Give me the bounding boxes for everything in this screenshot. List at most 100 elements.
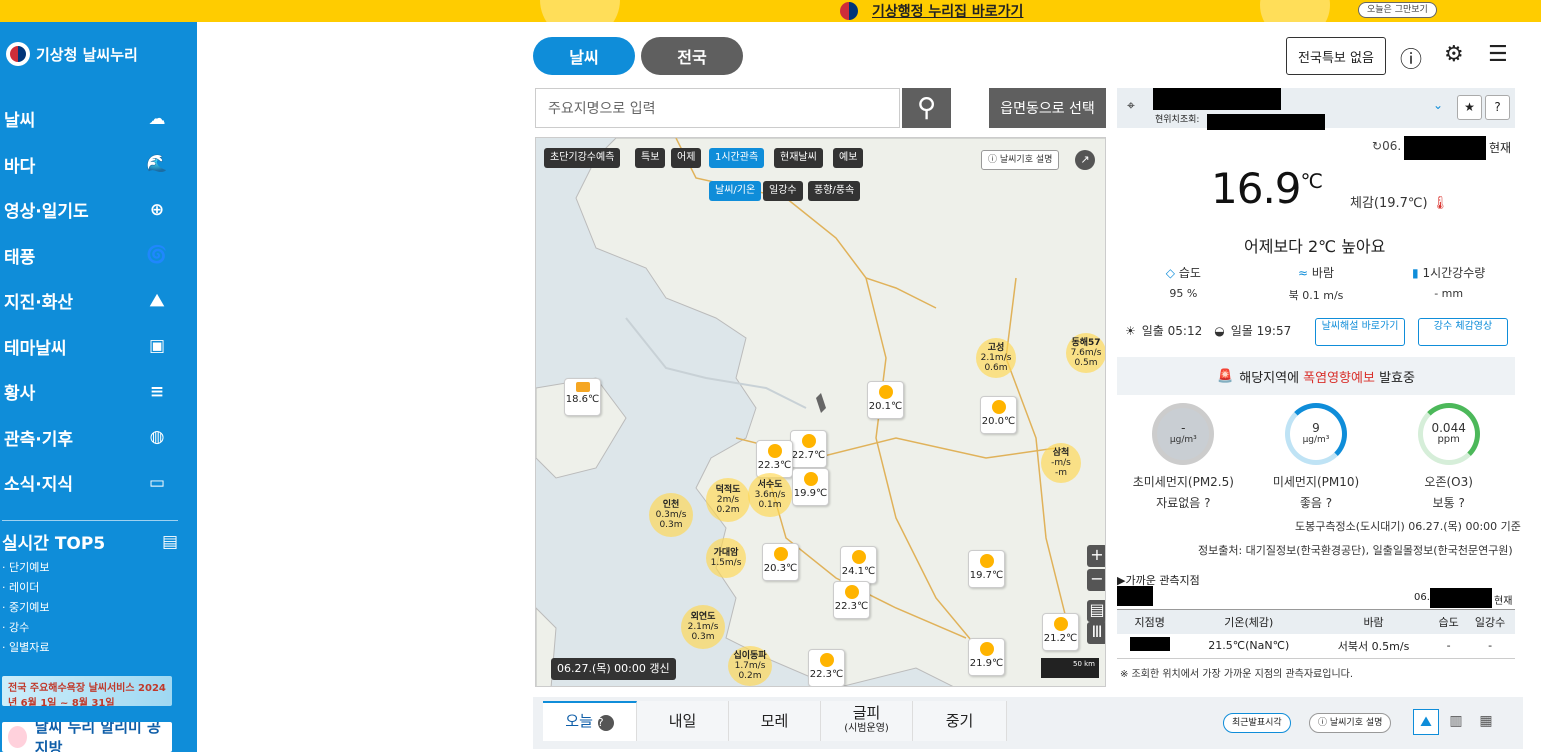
- info-icon[interactable]: ⓘ: [1400, 42, 1422, 74]
- tab-national[interactable]: 전국: [641, 37, 743, 75]
- national-alert-button[interactable]: 전국특보 없음: [1286, 37, 1386, 75]
- heat-alert-banner[interactable]: 🚨 해당지역에 폭염영향예보 발효중: [1117, 357, 1515, 395]
- help-button[interactable]: ?: [1485, 95, 1510, 120]
- help-icon[interactable]: ?: [1326, 496, 1332, 510]
- sea-bubble[interactable]: 가대암 1.5m/s: [706, 538, 746, 578]
- sidebar-item-earthquake[interactable]: 지진·화산 ⛰: [0, 278, 180, 324]
- map-layer-button[interactable]: 일강수: [763, 181, 803, 201]
- map-marker[interactable]: 19.9℃: [792, 468, 829, 506]
- map-mode-button[interactable]: 특보: [635, 148, 666, 168]
- map-marker[interactable]: 24.1℃: [840, 546, 877, 584]
- bar-chart-icon[interactable]: ▥: [1443, 709, 1469, 735]
- area-select-button[interactable]: 읍면동으로 선택: [989, 88, 1106, 128]
- sea-bubble[interactable]: 서수도 3.6m/s 0.1m: [748, 473, 792, 517]
- map-mode-button[interactable]: 어제: [671, 148, 702, 168]
- tab-weather[interactable]: 날씨: [533, 37, 635, 75]
- map-marker[interactable]: 21.2℃: [1042, 613, 1079, 651]
- sidebar-item-sea[interactable]: 바다 🌊: [0, 142, 180, 188]
- map-mode-button[interactable]: 1시간관측: [709, 148, 765, 168]
- tab-tomorrow[interactable]: 내일: [637, 701, 729, 741]
- weather-commentary-button[interactable]: 날씨해설 바로가기: [1315, 318, 1405, 346]
- sidebar-item-typhoon[interactable]: 태풍 🌀: [0, 233, 180, 279]
- map-marker[interactable]: 18.6℃: [564, 378, 601, 416]
- sidebar-item-news[interactable]: 소식·지식 ▭: [0, 460, 180, 506]
- map-mode-button[interactable]: 초단기강수예측: [544, 148, 621, 168]
- map-marker[interactable]: 20.1℃: [867, 381, 904, 419]
- sea-bubble[interactable]: 덕적도 2m/s 0.2m: [706, 478, 750, 522]
- close-today-button[interactable]: 오늘은 그만보기: [1358, 2, 1437, 18]
- o3-value: 0.044: [1431, 421, 1466, 435]
- site-logo[interactable]: 기상청 날씨누리: [6, 42, 138, 66]
- search-input[interactable]: 주요지명으로 입력: [535, 88, 900, 128]
- sidebar-item-climate[interactable]: 관측·기후 ◍: [0, 415, 180, 461]
- external-link-icon[interactable]: ↗: [1075, 150, 1095, 170]
- tab-midterm[interactable]: 중기: [913, 701, 1007, 741]
- top5-item[interactable]: · 단기예보: [2, 558, 178, 578]
- sea-bubble[interactable]: 외연도 2.1m/s 0.3m: [681, 605, 725, 649]
- gear-icon[interactable]: ⚙: [1444, 42, 1464, 67]
- zoom-in-button[interactable]: +: [1087, 545, 1105, 567]
- map-mode-button[interactable]: 예보: [833, 148, 864, 168]
- top5-item[interactable]: · 레이더: [2, 578, 178, 598]
- map-marker[interactable]: 21.9℃: [968, 638, 1005, 676]
- menu-icon[interactable]: ☰: [1488, 42, 1508, 67]
- admin-site-link[interactable]: 기상행정 누리집 바로가기: [840, 0, 1023, 22]
- tab-day-after[interactable]: 모레: [729, 701, 821, 741]
- map-layer-button[interactable]: 날씨/기온: [709, 181, 762, 201]
- o3-gauge[interactable]: 0.044 ppm 오존(O3) 보통 ?: [1382, 400, 1515, 511]
- map-marker[interactable]: 22.3℃: [833, 581, 870, 619]
- map-marker[interactable]: 19.7℃: [968, 550, 1005, 588]
- notice-banner[interactable]: 날씨 누리 알리미 공지방: [2, 722, 172, 752]
- tab-three-days[interactable]: 글피 (시범운영): [821, 701, 913, 741]
- search-button[interactable]: ⚲: [902, 88, 951, 128]
- recent-release-button[interactable]: 최근발표시각: [1223, 713, 1291, 733]
- target-icon[interactable]: ⌖: [1127, 98, 1135, 114]
- sea-bubble[interactable]: 삼척 -m/s -m: [1041, 443, 1081, 483]
- top5-item[interactable]: · 강수: [2, 618, 178, 638]
- chevron-down-icon[interactable]: ⌄: [1433, 98, 1443, 112]
- map-marker[interactable]: 22.7℃: [790, 430, 827, 468]
- help-icon[interactable]: ?: [597, 714, 614, 731]
- sidebar-item-dust[interactable]: 황사 ≡: [0, 369, 180, 415]
- beach-weather-banner[interactable]: 전국 주요해수욕장 날씨서비스 2024년 6월 1일 ~ 8월 31일: [2, 676, 172, 706]
- symbol-legend-button[interactable]: ⓘ 날씨기호 설명: [981, 150, 1060, 170]
- pm10-gauge[interactable]: 9 μg/m³ 미세먼지(PM10) 좋음 ?: [1250, 400, 1383, 511]
- table-view-icon[interactable]: ▦: [1473, 709, 1499, 735]
- nearby-note: ※ 조회한 위치에서 가장 가까운 지점의 관측자료입니다.: [1120, 669, 1354, 680]
- layers-icon[interactable]: Ⅲ: [1087, 622, 1105, 644]
- refresh-icon[interactable]: ↻: [1372, 139, 1382, 153]
- map-marker[interactable]: 20.0℃: [980, 396, 1017, 434]
- sea-bubble[interactable]: 고성 2.1m/s 0.6m: [976, 338, 1016, 378]
- top5-item[interactable]: · 일별자료: [2, 638, 178, 658]
- bubble-wave: 0.2m: [716, 505, 740, 515]
- location-bar[interactable]: ⌖ 현위치조회: ⌄ ★ ?: [1117, 88, 1515, 130]
- ruler-icon[interactable]: ▤: [1087, 600, 1105, 622]
- map-marker[interactable]: 20.3℃: [762, 543, 799, 581]
- heat-alert-link[interactable]: 폭염영향예보: [1303, 371, 1375, 386]
- favorite-star-button[interactable]: ★: [1457, 95, 1482, 120]
- graph-view-icon[interactable]: ⛰: [1413, 709, 1439, 735]
- rain-video-button[interactable]: 강수 체감영상: [1418, 318, 1508, 346]
- pm25-gauge[interactable]: - μg/m³ 초미세먼지(PM2.5) 자료없음 ?: [1117, 400, 1250, 511]
- list-icon[interactable]: ▤: [162, 532, 178, 552]
- weather-map[interactable]: 초단기강수예측 특보 어제 1시간관측 현재날씨 예보 날씨/기온 일강수 풍향…: [535, 137, 1106, 687]
- help-icon[interactable]: ?: [1458, 496, 1464, 510]
- sidebar-item-theme[interactable]: 테마날씨 ▣: [0, 324, 180, 370]
- sidebar-item-weather[interactable]: 날씨 ☁: [0, 96, 180, 142]
- symbol-legend-button[interactable]: ⓘ 날씨기호 설명: [1309, 713, 1392, 733]
- map-marker[interactable]: 22.3℃: [756, 440, 793, 478]
- mascot-icon: [8, 726, 27, 748]
- bubble-wave: 0.3m: [691, 632, 715, 642]
- bubble-name: 삼척: [1052, 448, 1070, 458]
- help-icon[interactable]: ?: [1204, 496, 1210, 510]
- top5-item[interactable]: · 중기예보: [2, 598, 178, 618]
- sea-bubble[interactable]: 인천 0.3m/s 0.3m: [649, 493, 693, 537]
- sea-bubble[interactable]: 동해57 7.6m/s 0.5m: [1066, 333, 1105, 373]
- map-marker[interactable]: 22.3℃: [808, 649, 845, 686]
- map-mode-button[interactable]: 현재날씨: [774, 148, 823, 168]
- map-layer-button[interactable]: 풍향/풍속: [808, 181, 861, 201]
- sidebar-item-imagery[interactable]: 영상·일기도 ⊕: [0, 187, 180, 233]
- zoom-out-button[interactable]: −: [1087, 569, 1105, 591]
- tab-today[interactable]: 오늘 ?: [543, 701, 637, 741]
- sea-bubble[interactable]: 십이동파 1.7m/s 0.2m: [728, 646, 772, 686]
